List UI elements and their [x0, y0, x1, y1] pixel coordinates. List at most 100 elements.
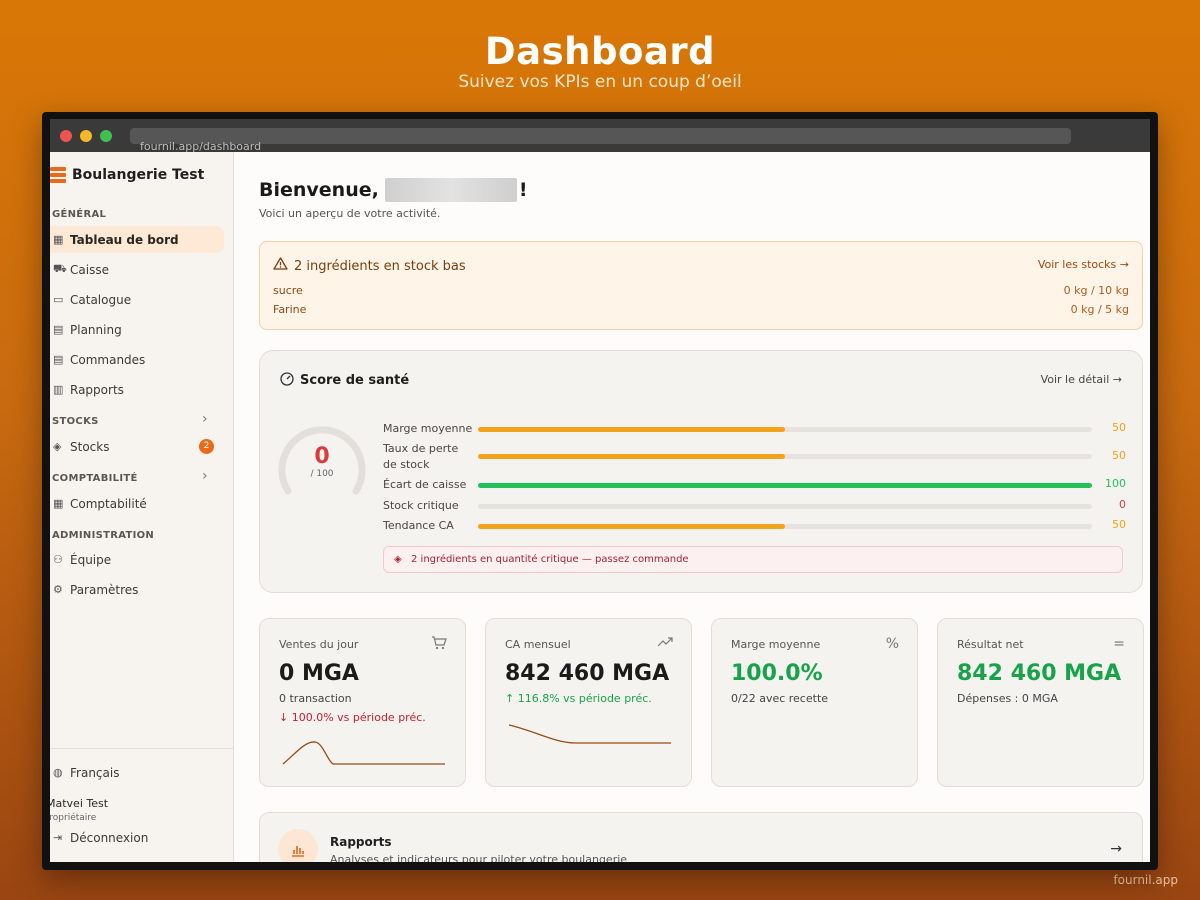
bar-chart-icon: ▥	[53, 383, 64, 396]
section-stocks[interactable]: STOCKS	[52, 416, 99, 427]
kpi-value: 0 MGA	[279, 661, 359, 686]
alert-title-text: 2 ingrédients en stock bas	[294, 259, 466, 274]
health-score-title-text: Score de santé	[300, 373, 410, 388]
clipboard-icon: ▤	[53, 323, 64, 336]
metric-row: Écart de caisse 100	[383, 477, 1128, 497]
sidebar-item-caisse[interactable]: ⛟ Caisse	[50, 256, 224, 283]
sidebar-item-equipe[interactable]: ⚇ Équipe	[50, 546, 224, 573]
maximize-window-button[interactable]	[100, 130, 112, 142]
sidebar-item-label: Comptabilité	[70, 496, 147, 511]
kpi-card-ventes: Ventes du jour 0 MGA 0 transaction ↓ 100…	[259, 618, 466, 787]
metric-track	[478, 524, 1092, 529]
chevron-right-icon[interactable]: ›	[202, 468, 208, 484]
kpi-trend: ↑ 116.8% vs période préc.	[505, 692, 652, 705]
metric-label: Écart de caisse	[383, 478, 467, 491]
view-stocks-link[interactable]: Voir les stocks →	[1038, 258, 1129, 271]
ingredient-quantity: 0 kg / 10 kg	[1063, 284, 1129, 297]
page-title: Bienvenue, !	[259, 178, 528, 202]
main-content: Bienvenue, ! Voici un aperçu de votre ac…	[235, 152, 1150, 862]
book-icon: ▭	[53, 293, 64, 306]
sidebar-item-commandes[interactable]: ▤ Commandes	[50, 346, 224, 373]
hero-title: Dashboard	[484, 30, 716, 73]
kpi-sub: 0 transaction	[279, 692, 352, 705]
sidebar-item-parametres[interactable]: ⚙ Paramètres	[50, 576, 224, 603]
view-detail-link[interactable]: Voir le détail →	[1041, 373, 1122, 386]
minimize-window-button[interactable]	[80, 130, 92, 142]
health-score-title: Score de santé	[280, 372, 409, 390]
kpi-label: Résultat net	[957, 638, 1024, 651]
metric-label: Stock critique	[383, 499, 459, 512]
ingredient-quantity: 0 kg / 5 kg	[1070, 303, 1129, 316]
section-general: GÉNÉRAL	[52, 209, 107, 220]
dashboard-grid-icon: ▦	[53, 233, 64, 246]
user-name: Matvei Test	[50, 797, 109, 810]
section-comptabilite[interactable]: COMPTABILITÉ	[52, 473, 138, 484]
ingredient-name: sucre	[273, 284, 303, 297]
gear-icon: ⚙	[53, 583, 63, 596]
footer-brand: fournil.app	[1113, 873, 1178, 887]
sidebar-item-tableau-de-bord[interactable]: ▦ Tableau de bord	[50, 226, 224, 253]
browser-titlebar: fournil.app/dashboard	[50, 119, 1150, 153]
rapports-title: Rapports	[330, 835, 392, 849]
rapports-subtitle: Analyses et indicateurs pour piloter vot…	[330, 853, 628, 862]
metric-bar	[478, 524, 785, 529]
kpi-label: CA mensuel	[505, 638, 571, 651]
blurred-user-name	[384, 178, 517, 202]
sidebar-item-label: Rapports	[70, 382, 124, 397]
health-score-card: Score de santé Voir le détail → 0 / 100 …	[259, 350, 1143, 593]
close-window-button[interactable]	[60, 130, 72, 142]
language-selector[interactable]: ◍ Français	[50, 759, 224, 786]
critical-stock-text: 2 ingrédients en quantité critique — pas…	[411, 554, 689, 565]
gauge-icon	[280, 372, 294, 390]
metric-track	[478, 454, 1092, 459]
metric-track	[478, 427, 1092, 432]
sidebar: Boulangerie Test GÉNÉRAL ▦ Tableau de bo…	[50, 152, 234, 862]
arrow-right-icon[interactable]: →	[1110, 841, 1122, 857]
sidebar-item-rapports[interactable]: ▥ Rapports	[50, 376, 224, 403]
welcome-greeting: Bienvenue,	[259, 179, 379, 201]
metric-row: Marge moyenne 50	[383, 421, 1128, 441]
brand-logo-icon	[50, 166, 68, 184]
brand[interactable]: Boulangerie Test	[50, 166, 204, 184]
metric-row: Taux de perte de stock 50	[383, 441, 1128, 475]
sparkline	[282, 741, 445, 765]
percent-icon: %	[885, 636, 899, 652]
browser-window: fournil.app/dashboard Boulangerie Test G…	[42, 112, 1158, 870]
kpi-label: Ventes du jour	[279, 638, 359, 651]
alert-title: 2 ingrédients en stock bas	[273, 257, 466, 274]
rapports-card[interactable]: Rapports Analyses et indicateurs pour pi…	[259, 812, 1143, 862]
kpi-value: 100.0%	[731, 661, 823, 686]
metric-value: 50	[1112, 449, 1126, 462]
metric-bar	[478, 454, 785, 459]
chevron-right-icon[interactable]: ›	[202, 411, 208, 427]
sidebar-item-planning[interactable]: ▤ Planning	[50, 316, 224, 343]
hero-subtitle: Suivez vos KPIs en un coup d’oeil	[458, 72, 742, 92]
logout-icon: ⇥	[53, 831, 63, 844]
sidebar-item-stocks[interactable]: ◈ Stocks 2	[50, 433, 224, 460]
globe-icon: ◍	[53, 766, 63, 779]
health-score-max: / 100	[310, 469, 334, 479]
metric-value: 100	[1105, 477, 1126, 490]
trending-up-icon	[657, 636, 673, 652]
sidebar-item-comptabilite[interactable]: ▦ Comptabilité	[50, 490, 224, 517]
users-icon: ⚇	[53, 553, 63, 566]
warning-triangle-icon	[273, 257, 288, 274]
sidebar-item-catalogue[interactable]: ▭ Catalogue	[50, 286, 224, 313]
address-bar[interactable]	[130, 128, 1071, 144]
page-subtitle: Voici un aperçu de votre activité.	[259, 207, 441, 220]
health-score-value: 0	[314, 444, 330, 469]
section-administration: ADMINISTRATION	[52, 530, 155, 541]
metric-row: Tendance CA 50	[383, 518, 1128, 538]
sidebar-footer: ◍ Français Matvei Test Propriétaire ⇥ Dé…	[50, 748, 234, 845]
kpi-sub: 0/22 avec recette	[731, 692, 829, 705]
sidebar-item-label: Paramètres	[70, 582, 139, 597]
sidebar-item-label: Stocks	[70, 439, 110, 454]
app-root: Boulangerie Test GÉNÉRAL ▦ Tableau de bo…	[50, 152, 1150, 862]
calculator-icon: ▦	[53, 497, 64, 510]
logout-label: Déconnexion	[70, 830, 149, 845]
metric-value: 50	[1112, 421, 1126, 434]
kpi-trend: ↓ 100.0% vs période préc.	[279, 711, 426, 724]
equals-icon: =	[1113, 636, 1125, 652]
kpi-value: 842 460 MGA	[505, 661, 670, 686]
logout-button[interactable]: ⇥ Déconnexion	[50, 824, 224, 851]
